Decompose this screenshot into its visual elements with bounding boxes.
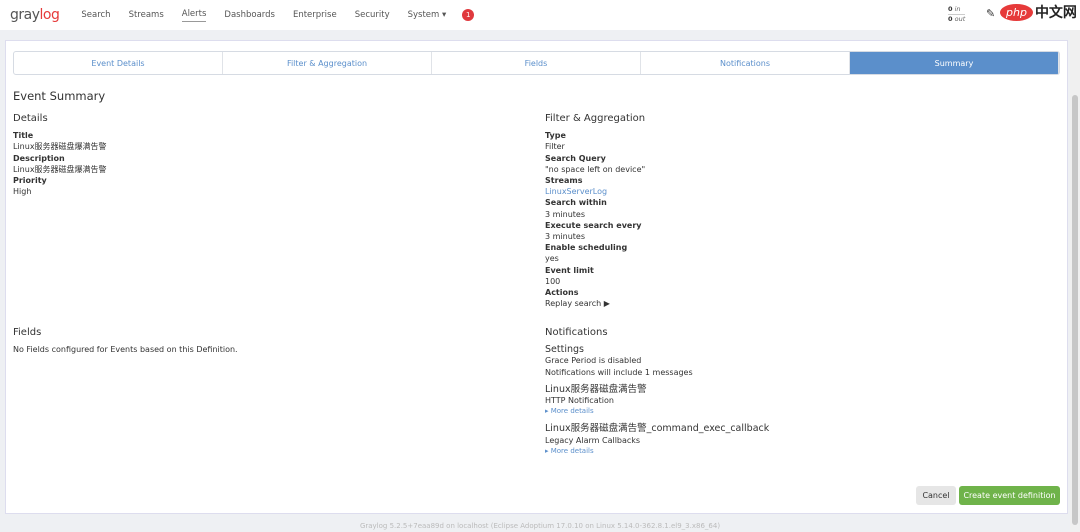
main-panel: Event Details Filter & Aggregation Field… [5, 40, 1068, 514]
nav-search[interactable]: Search [81, 10, 110, 20]
watermark-php: php [1000, 3, 1033, 21]
step-filter-aggregation[interactable]: Filter & Aggregation [223, 52, 432, 74]
details-section: Details Title Linux服务器磁盘爆满告警 Description… [13, 113, 107, 197]
cancel-button[interactable]: Cancel [916, 486, 956, 505]
notifications-heading: Notifications [545, 327, 608, 338]
footer: Graylog 5.2.5+7eaa89d on localhost (Ecli… [359, 522, 721, 530]
include-messages: Notifications will include 1 messages [545, 367, 693, 377]
title-label: Title [13, 131, 34, 141]
description-value: Linux服务器磁盘爆满告警 [13, 164, 107, 174]
title-value: Linux服务器磁盘爆满告警 [13, 142, 107, 152]
limit-label: Event limit [545, 265, 594, 275]
filter-heading: Filter & Aggregation [545, 113, 646, 124]
details-heading: Details [13, 113, 48, 124]
notification-type: Legacy Alarm Callbacks [545, 435, 641, 445]
nav-enterprise[interactable]: Enterprise [293, 10, 337, 20]
priority-label: Priority [13, 176, 47, 186]
throughput-out: 0 [948, 15, 953, 23]
notification-name: Linux服务器磁盘满告警 [545, 383, 647, 395]
grace-period: Grace Period is disabled [545, 356, 642, 366]
every-value: 3 minutes [545, 232, 586, 242]
watermark-cn: 中文网 [1034, 5, 1077, 21]
notifications-section: Notifications Settings Grace Period is d… [545, 327, 769, 457]
scheduling-value: yes [545, 254, 559, 264]
streams-label: Streams [545, 176, 583, 186]
fields-heading: Fields [13, 327, 42, 338]
page-title: Event Summary [13, 89, 106, 103]
query-value: "no space left on device" [545, 164, 646, 174]
type-value: Filter [545, 142, 565, 152]
type-label: Type [545, 131, 566, 141]
fields-section: Fields No Fields configured for Events b… [13, 327, 238, 355]
fields-empty-text: No Fields configured for Events based on… [13, 345, 238, 355]
out-label: out [954, 15, 966, 23]
stream-link[interactable]: LinuxServerLog [545, 186, 645, 197]
limit-value: 100 [545, 276, 561, 286]
notification-name: Linux服务器磁盘满告警_command_exec_callback [545, 423, 770, 435]
priority-value: High [13, 187, 32, 197]
logo-text-accent: log [39, 7, 60, 23]
top-navbar: graylog Search Streams Alerts Dashboards… [0, 0, 1080, 30]
replay-search-link[interactable]: Replay search ▶ [545, 298, 645, 309]
description-label: Description [13, 153, 65, 163]
within-value: 3 minutes [545, 209, 586, 219]
create-event-definition-button[interactable]: Create event definition [959, 486, 1060, 505]
graylog-logo[interactable]: graylog [10, 7, 60, 23]
query-label: Search Query [545, 153, 606, 163]
logo-text: gray [10, 7, 40, 23]
filter-section: Filter & Aggregation Type Filter Search … [545, 113, 645, 309]
wizard-steps: Event Details Filter & Aggregation Field… [13, 51, 1060, 75]
nav-streams[interactable]: Streams [129, 10, 164, 20]
throughput-in: 0 [948, 5, 953, 13]
nav-alerts[interactable]: Alerts [181, 9, 207, 22]
scrollbar-thumb[interactable] [1072, 95, 1078, 525]
notification-badge[interactable]: 1 [462, 9, 475, 21]
step-notifications[interactable]: Notifications [641, 52, 850, 74]
within-label: Search within [545, 198, 607, 208]
watermark-logo: php 中文网 [1000, 2, 1077, 22]
actions-label: Actions [545, 288, 579, 298]
step-event-details[interactable]: Event Details [14, 52, 223, 74]
step-summary[interactable]: Summary [850, 52, 1059, 74]
edit-icon[interactable]: ✎ [986, 7, 995, 20]
scheduling-label: Enable scheduling [545, 243, 628, 253]
more-details-link[interactable]: ▸ More details [545, 406, 769, 417]
more-details-link[interactable]: ▸ More details [545, 446, 769, 457]
nav-security[interactable]: Security [355, 10, 390, 20]
every-label: Execute search every [545, 220, 642, 230]
throughput: 0 in 0 out [948, 5, 966, 24]
notification-type: HTTP Notification [545, 396, 614, 406]
nav-dashboards[interactable]: Dashboards [224, 10, 275, 20]
in-label: in [954, 5, 961, 13]
step-fields[interactable]: Fields [432, 52, 641, 74]
scrollbar[interactable] [1070, 30, 1080, 532]
settings-heading: Settings [545, 344, 584, 356]
nav-system[interactable]: System ▾ [408, 10, 447, 20]
